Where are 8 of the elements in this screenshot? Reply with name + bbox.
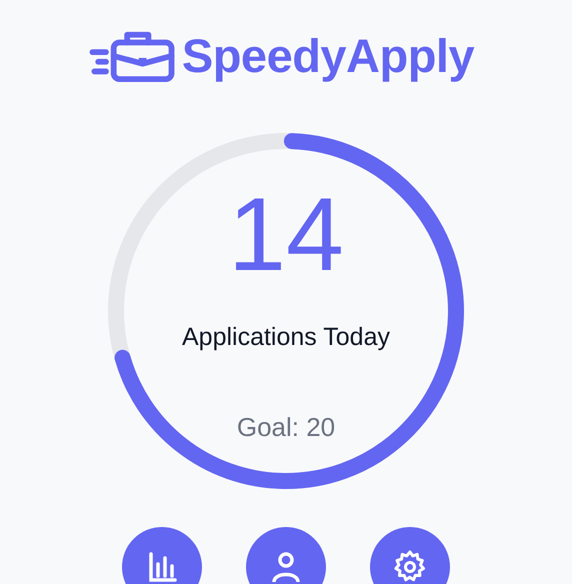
settings-button[interactable] [370,527,450,584]
profile-button[interactable] [246,527,326,584]
stats-button[interactable] [122,527,202,584]
app-logo-text: SpeedyApply [182,28,474,83]
application-count: 14 [228,183,344,287]
settings-icon [392,549,428,584]
count-label: Applications Today [182,323,390,352]
goal-text: Goal: 20 [236,412,336,443]
